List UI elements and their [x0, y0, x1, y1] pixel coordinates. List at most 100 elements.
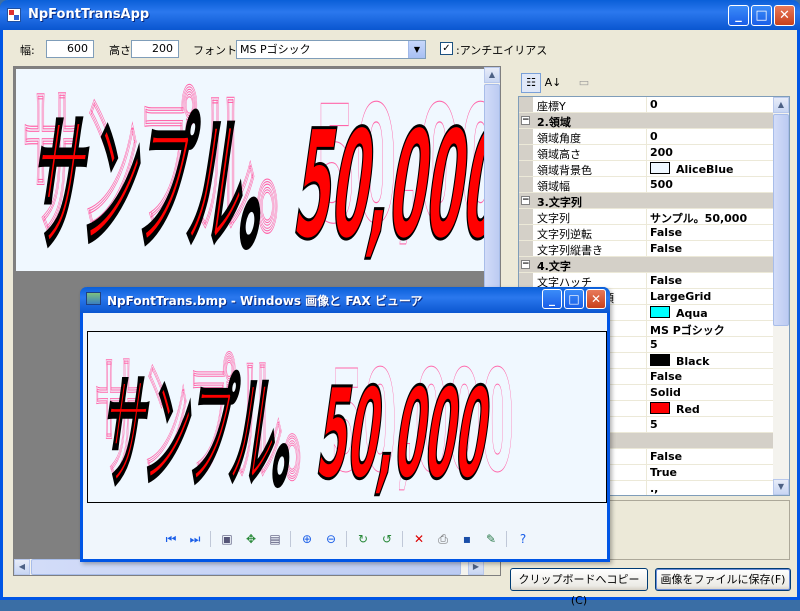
property-grid-toolbar: ☷ A↓ ▭	[518, 70, 788, 94]
property-value[interactable]: Red	[650, 402, 700, 416]
property-value-text: LargeGrid	[650, 290, 712, 303]
property-row[interactable]: 領域高さ 200	[519, 145, 789, 161]
property-row[interactable]: 文字列逆転 False	[519, 225, 789, 241]
save-file-button[interactable]: 画像をファイルに保存(F)	[655, 568, 791, 591]
property-value[interactable]: Black	[650, 354, 709, 368]
property-value[interactable]: Aqua	[650, 306, 708, 320]
property-value[interactable]: AliceBlue	[650, 162, 733, 176]
actual-size-icon[interactable]: ✥	[241, 529, 261, 549]
print-icon[interactable]: ⎙	[433, 529, 453, 549]
grid-margin	[519, 129, 533, 144]
property-grid-scrollbar[interactable]: ▲ ▼	[773, 97, 789, 495]
collapse-icon[interactable]: −	[521, 260, 530, 269]
property-value[interactable]: False	[650, 242, 682, 255]
sort-alphabetical-icon[interactable]: A↓	[543, 73, 563, 93]
title-bar[interactable]: NpFontTransApp _ □ ✕	[0, 0, 800, 30]
delete-icon[interactable]: ✕	[409, 529, 429, 549]
edit-icon[interactable]: ✎	[481, 529, 501, 549]
property-value-text: Aqua	[676, 307, 708, 320]
property-value[interactable]: MS Pゴシック	[650, 322, 725, 338]
image-viewer-window: NpFontTrans.bmp - Windows 画像と FAX ビューア _…	[80, 287, 610, 562]
grid-divider	[646, 385, 647, 400]
grid-margin	[519, 225, 533, 240]
property-value[interactable]: True	[650, 466, 677, 479]
slideshow-icon[interactable]: ▤	[265, 529, 285, 549]
viewer-maximize-button[interactable]: □	[564, 289, 584, 309]
antialias-checkbox[interactable]: ✓	[440, 42, 453, 55]
categorized-icon[interactable]: ☷	[521, 73, 541, 93]
minimize-button[interactable]: _	[728, 5, 749, 26]
property-row[interactable]: 文字列 サンプル。50,000	[519, 209, 789, 225]
property-value[interactable]: 0	[650, 130, 658, 143]
property-value-text: False	[650, 242, 683, 255]
property-row[interactable]: 座標Y 0	[519, 97, 789, 113]
property-value[interactable]: False	[650, 274, 682, 287]
property-value-text: AliceBlue	[676, 163, 734, 176]
property-value[interactable]: .,	[650, 482, 658, 495]
property-value[interactable]: 200	[650, 146, 673, 159]
height-input[interactable]: 200	[131, 40, 179, 58]
maximize-button[interactable]: □	[751, 5, 772, 26]
property-value-text: False	[650, 274, 683, 287]
property-row[interactable]: 領域角度 0	[519, 129, 789, 145]
collapse-icon[interactable]: −	[521, 196, 530, 205]
property-value[interactable]: LargeGrid	[650, 290, 711, 303]
width-input[interactable]: 600	[46, 40, 94, 58]
property-value[interactable]: False	[650, 450, 682, 463]
property-value[interactable]: False	[650, 226, 682, 239]
property-row[interactable]: 領域幅 500	[519, 177, 789, 193]
property-row[interactable]: 領域背景色 AliceBlue	[519, 161, 789, 177]
property-value-text: 0	[650, 98, 658, 111]
chevron-down-icon[interactable]: ▼	[408, 41, 425, 58]
grid-divider	[646, 449, 647, 464]
close-button[interactable]: ✕	[774, 5, 795, 26]
viewer-minimize-button[interactable]: _	[542, 289, 562, 309]
collapse-icon[interactable]: −	[521, 116, 530, 125]
app-icon[interactable]	[7, 8, 21, 22]
copy-clipboard-button[interactable]: クリップボードへコピー(C)	[510, 568, 648, 607]
viewer-fill-text: サンプル。50,000	[93, 361, 499, 502]
best-fit-icon[interactable]: ▣	[217, 529, 237, 549]
save-icon[interactable]: ▪	[457, 529, 477, 549]
grid-divider	[646, 465, 647, 480]
next-icon[interactable]: ⏭	[185, 529, 205, 549]
property-value[interactable]: 5	[650, 338, 658, 351]
grid-margin	[519, 209, 533, 224]
scroll-down-icon[interactable]: ▼	[773, 479, 789, 495]
preview-bitmap: サンプル。50,000 サンプル。50,000	[16, 69, 488, 271]
rotate-counterclockwise-icon[interactable]: ↺	[377, 529, 397, 549]
previous-icon[interactable]: ⏮	[161, 529, 181, 549]
preview-text-render: サンプル。50,000 サンプル。50,000	[20, 71, 488, 271]
window-title: NpFontTransApp	[28, 7, 150, 22]
preview-fill-text: サンプル。50,000	[21, 98, 488, 271]
scroll-up-icon[interactable]: ▲	[484, 67, 500, 83]
help-icon[interactable]: ?	[513, 529, 533, 549]
property-value[interactable]: False	[650, 370, 682, 383]
grid-divider	[646, 481, 647, 495]
zoom-in-icon[interactable]: ⊕	[297, 529, 317, 549]
color-swatch	[650, 306, 670, 318]
property-value[interactable]: Solid	[650, 386, 681, 399]
property-category[interactable]: −2.領域	[519, 113, 789, 129]
toolbar-divider	[210, 531, 211, 547]
property-value[interactable]: 0	[650, 98, 658, 111]
viewer-app-icon[interactable]	[86, 292, 101, 305]
property-value-text: False	[650, 450, 683, 463]
property-row[interactable]: 文字列縦書き False	[519, 241, 789, 257]
property-category[interactable]: −4.文字	[519, 257, 789, 273]
property-value[interactable]: 500	[650, 178, 673, 191]
property-value-text: 500	[650, 178, 673, 191]
property-pages-icon[interactable]: ▭	[574, 73, 594, 93]
font-select[interactable]: MS Pゴシック ▼	[236, 40, 426, 59]
property-value[interactable]: サンプル。50,000	[650, 210, 747, 226]
rotate-clockwise-icon[interactable]: ↻	[353, 529, 373, 549]
scroll-up-icon[interactable]: ▲	[773, 97, 789, 113]
property-grid-scroll-thumb[interactable]	[773, 114, 789, 326]
grid-divider	[646, 289, 647, 304]
scroll-left-icon[interactable]: ◀	[14, 559, 30, 575]
property-value[interactable]: 5	[650, 418, 658, 431]
viewer-close-button[interactable]: ✕	[586, 289, 606, 309]
zoom-out-icon[interactable]: ⊖	[321, 529, 341, 549]
viewer-title-bar[interactable]: NpFontTrans.bmp - Windows 画像と FAX ビューア _…	[80, 287, 610, 313]
property-category[interactable]: −3.文字列	[519, 193, 789, 209]
